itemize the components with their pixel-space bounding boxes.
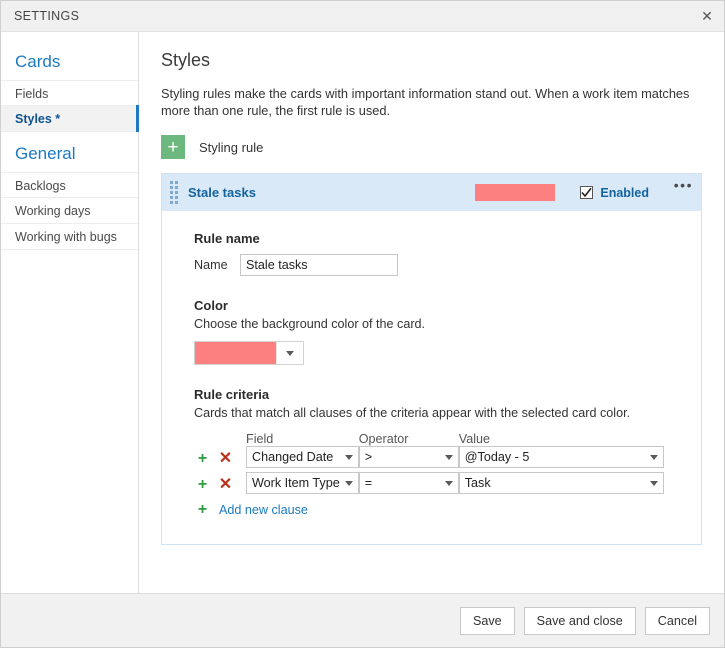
rule-name-section-title: Rule name [194,231,260,246]
clause-actions: + ✕ [194,472,246,498]
clause-field-dropdown[interactable]: Work Item Type [246,472,359,494]
column-header-field: Field [246,432,274,446]
color-section-description: Choose the background color of the card. [194,317,426,331]
checkmark-icon [581,187,593,198]
add-styling-rule-label: Styling rule [199,139,264,155]
sidebar-item-working-days[interactable]: Working days [1,198,138,224]
clause-operator-value: > [364,450,373,464]
clause-field-cell: Changed Date [246,446,359,472]
styles-panel: Styles Styling rules make the cards with… [139,32,724,593]
styling-rule-card: Stale tasks Enabled ••• Rule name Name S… [161,173,702,545]
sidebar-group-cards-title: Cards [15,52,61,71]
remove-clause-icon[interactable]: ✕ [217,451,234,467]
sidebar-item-fields[interactable]: Fields [1,80,138,106]
clause-value-value: @Today - 5 [464,450,530,464]
chevron-down-icon [440,480,458,486]
rule-color-preview [475,184,556,201]
rule-name-row: Name [194,254,671,276]
clause-field-dropdown[interactable]: Changed Date [246,446,359,468]
column-header-operator: Operator [358,432,409,446]
clause-operator-dropdown[interactable]: = [358,472,459,494]
color-picker-dropdown[interactable] [194,341,304,365]
color-swatch [195,342,276,364]
rule-name-label: Name [194,258,228,272]
clause-value-cell: @Today - 5 [458,446,664,472]
styling-rule-header: Stale tasks Enabled ••• [162,174,701,211]
chevron-down-icon [340,454,358,460]
rule-name-input[interactable] [240,254,398,276]
resize-grip-icon[interactable] [710,634,722,646]
clause-operator-value: = [364,476,373,490]
sidebar-item-backlogs[interactable]: Backlogs [1,172,138,198]
window-title: SETTINGS [14,9,80,23]
dialog-footer: Save Save and close Cancel [1,593,724,647]
styling-rule-title: Stale tasks [188,185,256,200]
page-description: Styling rules make the cards with import… [161,86,690,118]
enabled-toggle[interactable]: Enabled [580,186,649,200]
sidebar-item-label: Working days [15,204,91,218]
sidebar-item-label: Fields [15,87,49,101]
enabled-checkbox[interactable] [580,186,594,199]
clause-value-cell: Task [458,472,664,498]
cancel-button[interactable]: Cancel [644,606,710,635]
table-row: + ✕ Changed Date > @Today - 5 [194,446,664,472]
clause-operator-cell: = [358,472,459,498]
add-clause-icon[interactable]: + [194,451,211,467]
clause-operator-cell: > [358,446,459,472]
sidebar-item-label: Styles * [15,112,61,126]
remove-clause-icon[interactable]: ✕ [217,477,234,493]
save-button[interactable]: Save [459,606,515,635]
add-styling-rule-button[interactable]: + Styling rule [161,135,263,159]
clause-value-dropdown[interactable]: Task [458,472,664,494]
enabled-label: Enabled [600,185,649,200]
clause-value-dropdown[interactable]: @Today - 5 [458,446,664,468]
settings-sidebar: Cards Fields Styles * General Backlogs W… [1,32,139,593]
chevron-down-icon [286,350,294,356]
sidebar-item-working-with-bugs[interactable]: Working with bugs [1,224,138,250]
column-header-value: Value [458,432,491,446]
clause-field-cell: Work Item Type [246,472,359,498]
chevron-down-icon [645,454,663,460]
settings-window: SETTINGS ✕ Cards Fields Styles * General… [0,0,725,648]
window-body: Cards Fields Styles * General Backlogs W… [1,32,724,593]
chevron-down-icon [645,480,663,486]
clause-operator-dropdown[interactable]: > [358,446,459,468]
sidebar-item-label: Working with bugs [15,230,117,244]
chevron-down-icon [440,454,458,460]
title-bar: SETTINGS ✕ [1,1,724,32]
save-and-close-button[interactable]: Save and close [523,606,636,635]
clause-field-value: Work Item Type [252,476,340,490]
page-title: Styles [161,50,211,70]
close-icon[interactable]: ✕ [690,1,724,30]
sidebar-item-styles[interactable]: Styles * [1,105,139,132]
clause-value-value: Task [464,476,491,490]
add-new-clause-label: Add new clause [219,503,308,517]
add-new-clause-button[interactable]: + Add new clause [194,502,308,518]
add-clause-icon[interactable]: + [194,477,211,493]
styling-rule-body: Rule name Name Color Choose the backgrou… [162,211,701,544]
table-row: + ✕ Work Item Type = Task [194,472,664,498]
ellipsis-icon[interactable]: ••• [674,178,693,192]
criteria-section-title: Rule criteria [194,387,270,402]
criteria-section-description: Cards that match all clauses of the crit… [194,406,631,420]
criteria-header-row: Field Operator Value [194,432,664,446]
drag-handle-icon[interactable] [170,181,180,204]
chevron-down-icon [340,480,358,486]
sidebar-group-general-title: General [15,144,76,163]
plus-icon: + [161,135,185,159]
color-dropdown-toggle[interactable] [276,342,303,364]
criteria-table: Field Operator Value + ✕ Changed Date > … [194,432,664,498]
plus-icon: + [197,501,208,518]
sidebar-item-label: Backlogs [15,179,66,193]
clause-field-value: Changed Date [252,450,334,464]
criteria-actions-header [194,432,246,446]
color-section-title: Color [194,298,228,313]
clause-actions: + ✕ [194,446,246,472]
